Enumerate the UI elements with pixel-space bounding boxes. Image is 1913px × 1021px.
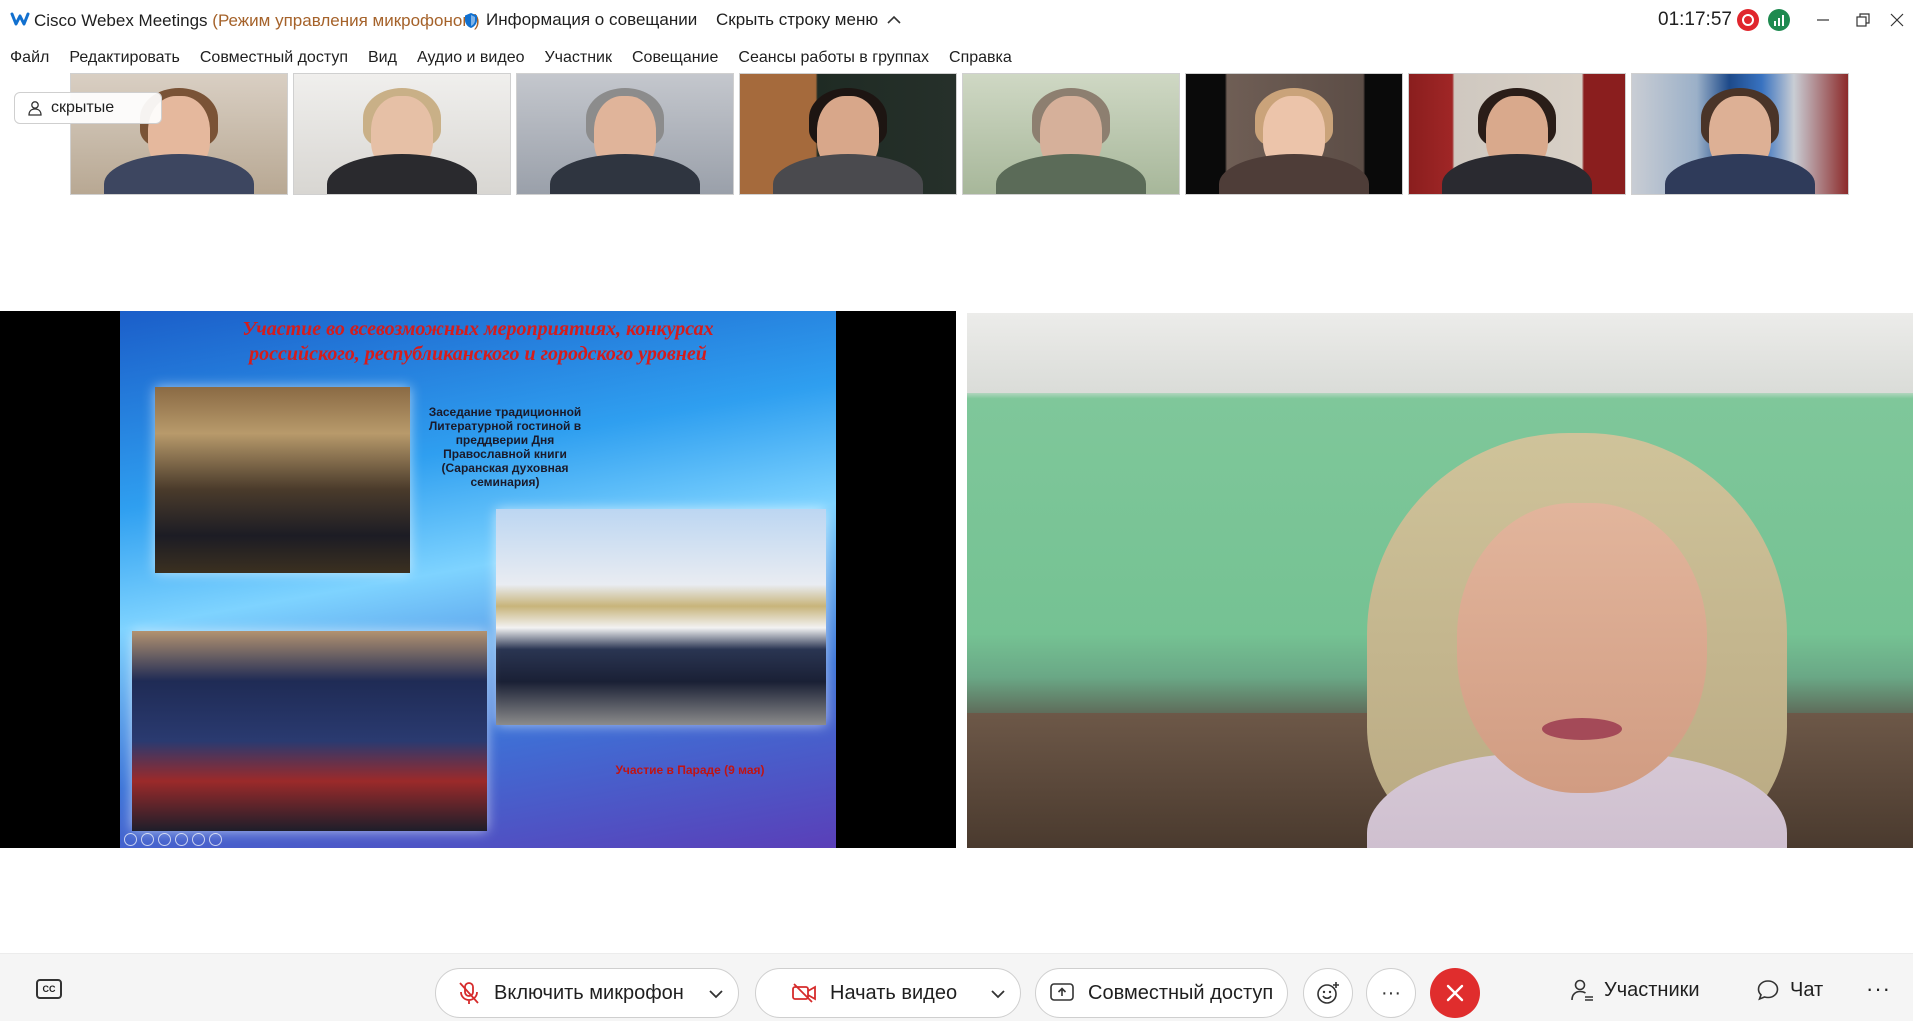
participant-video-tile[interactable] bbox=[293, 73, 511, 195]
cadets-photo bbox=[132, 631, 487, 831]
participant-video-tile[interactable] bbox=[1408, 73, 1626, 195]
meeting-timer: 01:17:57 bbox=[1658, 9, 1732, 30]
restore-icon bbox=[1856, 13, 1870, 27]
slide-gallery-icon[interactable] bbox=[175, 833, 188, 846]
slide-more-icon[interactable] bbox=[209, 833, 222, 846]
hidden-participants-label: скрытые bbox=[51, 99, 115, 116]
recording-indicator-icon[interactable] bbox=[1737, 9, 1759, 31]
shield-icon bbox=[465, 12, 477, 28]
participant-video-tile[interactable] bbox=[739, 73, 957, 195]
menu-meeting[interactable]: Совещание bbox=[632, 49, 718, 67]
slide-caption-seminary: Заседание традиционной Литературной гост… bbox=[428, 405, 582, 489]
speaker-face bbox=[1457, 503, 1707, 793]
meeting-controls-bar: CC Включить микрофон Начать видео Совмес… bbox=[0, 953, 1913, 1021]
unmute-button[interactable]: Включить микрофон bbox=[435, 968, 739, 1018]
hide-menu-label: Скрыть строку меню bbox=[716, 10, 879, 29]
end-meeting-button[interactable] bbox=[1430, 968, 1480, 1018]
connection-signal-icon[interactable] bbox=[1768, 9, 1790, 31]
reactions-button[interactable] bbox=[1303, 968, 1353, 1018]
meeting-info-button[interactable]: Информация о совещании bbox=[464, 10, 697, 30]
presentation-slide: Участие во всевозможных мероприятиях, ко… bbox=[120, 311, 836, 848]
app-title: Cisco Webex Meetings (Режим управления м… bbox=[34, 11, 480, 31]
menu-help[interactable]: Справка bbox=[949, 49, 1012, 67]
microphone-muted-icon bbox=[459, 982, 479, 1004]
unmute-label: Включить микрофон bbox=[494, 981, 684, 1004]
chevron-down-icon[interactable] bbox=[708, 984, 724, 1004]
slide-zoom-icon[interactable] bbox=[192, 833, 205, 846]
close-icon bbox=[1446, 984, 1464, 1002]
app-name: Cisco Webex Meetings bbox=[34, 11, 208, 30]
start-video-button[interactable]: Начать видео bbox=[755, 968, 1021, 1018]
share-button[interactable]: Совместный доступ bbox=[1035, 968, 1288, 1018]
active-speaker-video[interactable] bbox=[967, 313, 1913, 848]
video-off-icon bbox=[792, 983, 816, 1003]
participants-label: Участники bbox=[1604, 978, 1700, 1001]
webex-logo-icon bbox=[10, 12, 30, 26]
start-video-label: Начать видео bbox=[830, 981, 958, 1004]
participants-panel-button[interactable]: Участники bbox=[1570, 978, 1700, 1002]
menu-edit[interactable]: Редактировать bbox=[69, 49, 180, 67]
chevron-up-icon bbox=[887, 15, 901, 24]
ceiling bbox=[967, 313, 1913, 393]
menu-file[interactable]: Файл bbox=[10, 49, 49, 67]
slide-title-line1: Участие во всевозможных мероприятиях, ко… bbox=[242, 318, 714, 340]
slide-next-icon[interactable] bbox=[141, 833, 154, 846]
hidden-participants-button[interactable]: скрытые bbox=[14, 92, 162, 124]
seminary-photo bbox=[155, 387, 410, 573]
person-icon bbox=[28, 101, 42, 116]
slide-controls[interactable] bbox=[124, 833, 222, 846]
close-icon bbox=[1890, 13, 1904, 27]
close-window-button[interactable] bbox=[1880, 6, 1913, 34]
shared-content-panel[interactable]: Участие во всевозможных мероприятиях, ко… bbox=[0, 311, 956, 848]
slide-pen-icon[interactable] bbox=[158, 833, 171, 846]
minimize-icon bbox=[1817, 19, 1829, 21]
chevron-down-icon[interactable] bbox=[990, 984, 1006, 1004]
menu-participant[interactable]: Участник bbox=[544, 49, 612, 67]
participant-video-tile[interactable] bbox=[1631, 73, 1849, 195]
emoji-add-icon bbox=[1317, 982, 1339, 1004]
menu-bar: Файл Редактировать Совместный доступ Вид… bbox=[0, 42, 1913, 74]
restore-button[interactable] bbox=[1846, 6, 1880, 34]
slide-title-line2: российского, республиканского и городско… bbox=[249, 343, 707, 365]
meeting-info-label: Информация о совещании bbox=[486, 10, 698, 29]
minimize-button[interactable] bbox=[1806, 6, 1840, 34]
parade-photo bbox=[496, 509, 826, 725]
participant-video-tile[interactable] bbox=[516, 73, 734, 195]
participant-video-tile[interactable] bbox=[962, 73, 1180, 195]
more-options-button[interactable]: ··· bbox=[1366, 968, 1416, 1018]
menu-audio-video[interactable]: Аудио и видео bbox=[417, 49, 525, 67]
share-label: Совместный доступ bbox=[1088, 981, 1274, 1004]
title-bar: Cisco Webex Meetings (Режим управления м… bbox=[0, 0, 1913, 42]
panel-options-button[interactable]: ··· bbox=[1866, 976, 1891, 1002]
chat-icon bbox=[1757, 980, 1779, 1001]
menu-breakout-sessions[interactable]: Сеансы работы в группах bbox=[738, 49, 929, 67]
participant-filmstrip bbox=[70, 73, 1850, 195]
chat-label: Чат bbox=[1790, 978, 1824, 1001]
mic-control-mode: (Режим управления микрофоном) bbox=[212, 11, 480, 30]
participants-icon bbox=[1571, 979, 1593, 1001]
closed-captions-button[interactable]: CC bbox=[36, 979, 62, 999]
participant-video-tile[interactable] bbox=[1185, 73, 1403, 195]
menu-share[interactable]: Совместный доступ bbox=[200, 49, 348, 67]
slide-caption-parade: Участие в Параде (9 мая) bbox=[615, 763, 765, 777]
hide-menu-bar-button[interactable]: Скрыть строку меню bbox=[716, 10, 902, 30]
chat-panel-button[interactable]: Чат bbox=[1756, 978, 1823, 1002]
slide-title: Участие во всевозможных мероприятиях, ко… bbox=[120, 317, 836, 367]
menu-view[interactable]: Вид bbox=[368, 49, 397, 67]
share-screen-icon bbox=[1050, 983, 1074, 1001]
speaker-mouth bbox=[1542, 718, 1622, 740]
slide-prev-icon[interactable] bbox=[124, 833, 137, 846]
